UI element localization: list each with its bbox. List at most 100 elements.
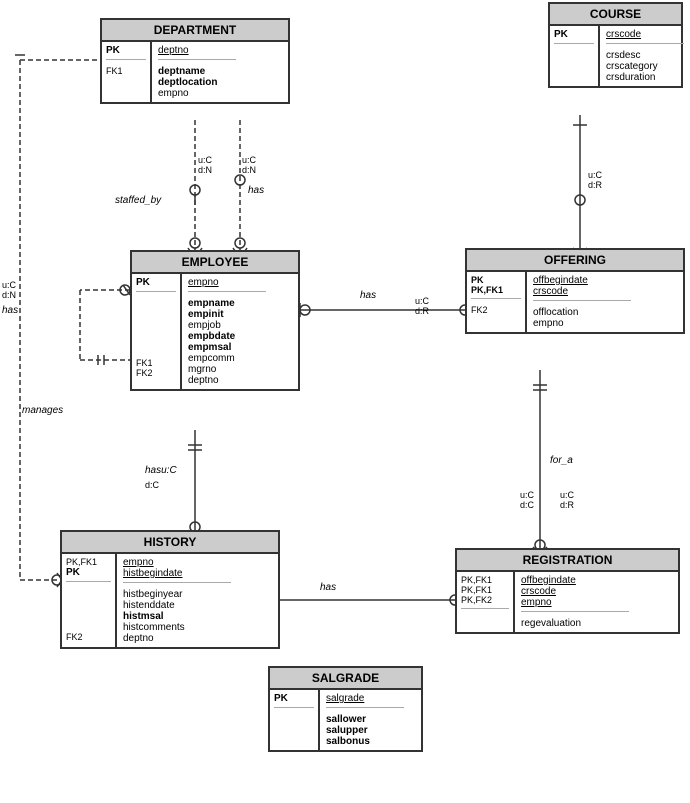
dept-attr-deptlocation: deptlocation [158, 77, 236, 88]
card-course-off: u:Cd:R [588, 170, 602, 190]
reg-pk-fk1-1: PK,FK1 [461, 575, 509, 585]
off-pk-fk1-label: PK,FK1 [471, 285, 521, 295]
dept-pk-label: PK [106, 45, 146, 56]
reg-pk2-attr: crscode [521, 586, 629, 597]
emp-empinit: empinit [188, 309, 266, 320]
emp-empbdate: empbdate [188, 331, 266, 342]
emp-mgrno: mgrno [188, 364, 266, 375]
hist-empty3 [66, 610, 111, 621]
card-dept-emp-1: u:Cd:N [198, 155, 212, 175]
emp-empmsal: empmsal [188, 342, 266, 353]
emp-deptno: deptno [188, 375, 266, 386]
emp-fk6 [136, 348, 176, 358]
hist-pk1-attr: empno [123, 557, 231, 568]
entity-department: DEPARTMENT PK FK1 deptno deptname deptlo… [100, 18, 290, 104]
dept-attr-deptname: deptname [158, 66, 236, 77]
sal-salupper: salupper [326, 725, 404, 736]
off-offlocation: offlocation [533, 307, 631, 318]
hist-histmsal: histmsal [123, 611, 231, 622]
emp-empname: empname [188, 298, 266, 309]
diagram-container: staffed_by has manages has hasu:C has fo… [0, 0, 690, 803]
label-has-main: has [360, 290, 376, 301]
department-title: DEPARTMENT [102, 20, 288, 42]
emp-empjob: empjob [188, 320, 266, 331]
label-staffed-by: staffed_by [115, 195, 161, 206]
reg-pk-fk1-2: PK,FK1 [461, 585, 509, 595]
entity-salgrade: SALGRADE PK salgrade sallower salup [268, 666, 423, 752]
card-emp-hist: d:C [145, 480, 159, 490]
emp-fk2 [136, 308, 176, 318]
hist-deptno: deptno [123, 633, 231, 644]
reg-regevaluation: regevaluation [521, 618, 629, 629]
sal-salbonus: salbonus [326, 736, 404, 747]
entity-course: COURSE PK crscode crsdesc crscatego [548, 2, 683, 88]
reg-pk1-attr: offbegindate [521, 575, 629, 586]
history-title: HISTORY [62, 532, 278, 554]
hist-histenddate: histenddate [123, 600, 231, 611]
course-pk-attr: crscode [606, 29, 684, 40]
course-fk-empty2 [554, 61, 594, 72]
reg-pk3-attr: empno [521, 597, 629, 608]
sal-pk-attr: salgrade [326, 693, 404, 704]
hist-pk: PK [66, 567, 111, 578]
reg-empty [461, 615, 509, 626]
emp-fk1 [136, 298, 176, 308]
off-pk1-attr: offbegindate [533, 275, 631, 286]
course-title: COURSE [550, 4, 681, 26]
card-has-left: u:Cd:N [2, 280, 16, 300]
emp-fk7: FK1 [136, 358, 176, 368]
sal-empty3 [274, 736, 314, 747]
emp-fk4 [136, 328, 176, 338]
course-fk-empty3 [554, 72, 594, 83]
off-pk1-label: PK [471, 275, 521, 285]
sal-sallower: sallower [326, 714, 404, 725]
card-dept-emp-2: u:Cd:N [242, 155, 256, 175]
employee-title: EMPLOYEE [132, 252, 298, 274]
hist-empty2 [66, 599, 111, 610]
hist-pk2-attr: histbegindate [123, 568, 231, 579]
offering-title: OFFERING [467, 250, 683, 272]
label-has-emp-hist: hasu:C [145, 465, 177, 476]
off-pk2-attr: crscode [533, 286, 631, 297]
hist-histbeginyear: histbeginyear [123, 589, 231, 600]
hist-histcomments: histcomments [123, 622, 231, 633]
off-empty [471, 315, 521, 326]
emp-empcomm: empcomm [188, 353, 266, 364]
off-empno: empno [533, 318, 631, 329]
salgrade-title: SALGRADE [270, 668, 421, 690]
entity-offering: OFFERING PK PK,FK1 FK2 offbegindate crsc… [465, 248, 685, 334]
hist-pk-fk1: PK,FK1 [66, 557, 111, 567]
hist-fk2: FK2 [66, 632, 111, 642]
emp-pk-attr: empno [188, 277, 266, 288]
dept-fk1-label: FK1 [106, 66, 146, 76]
sal-pk-label: PK [274, 693, 314, 704]
emp-pk-label: PK [136, 277, 176, 288]
dept-pk-attr: deptno [158, 45, 236, 56]
label-has-hist-reg: has [320, 582, 336, 593]
course-crsduration: crsduration [606, 72, 684, 83]
entity-history: HISTORY PK,FK1 PK FK2 empno his [60, 530, 280, 649]
reg-pk-fk2: PK,FK2 [461, 595, 509, 605]
entity-registration: REGISTRATION PK,FK1 PK,FK1 PK,FK2 offbeg… [455, 548, 680, 634]
course-crsdesc: crsdesc [606, 50, 684, 61]
sal-empty2 [274, 725, 314, 736]
label-has-dept: has [248, 185, 264, 196]
sal-empty1 [274, 714, 314, 725]
course-crscategory: crscategory [606, 61, 684, 72]
label-has-left: has [2, 305, 18, 316]
card-off-reg-1: u:Cd:R [560, 490, 574, 510]
hist-empty4 [66, 621, 111, 632]
emp-fk5 [136, 338, 176, 348]
card-off-reg-2: u:Cd:C [520, 490, 534, 510]
card-emp-off-1: u:Cd:R [415, 296, 429, 316]
course-fk-empty [554, 50, 594, 61]
label-for-a: for_a [550, 455, 573, 466]
entity-employee: EMPLOYEE PK FK1 FK2 [130, 250, 300, 391]
course-pk-label: PK [554, 29, 594, 40]
registration-title: REGISTRATION [457, 550, 678, 572]
off-fk2-label: FK2 [471, 305, 521, 315]
emp-fk8: FK2 [136, 368, 176, 378]
dept-attr-empno: empno [158, 88, 236, 99]
emp-fk3 [136, 318, 176, 328]
label-manages: manages [22, 405, 63, 416]
